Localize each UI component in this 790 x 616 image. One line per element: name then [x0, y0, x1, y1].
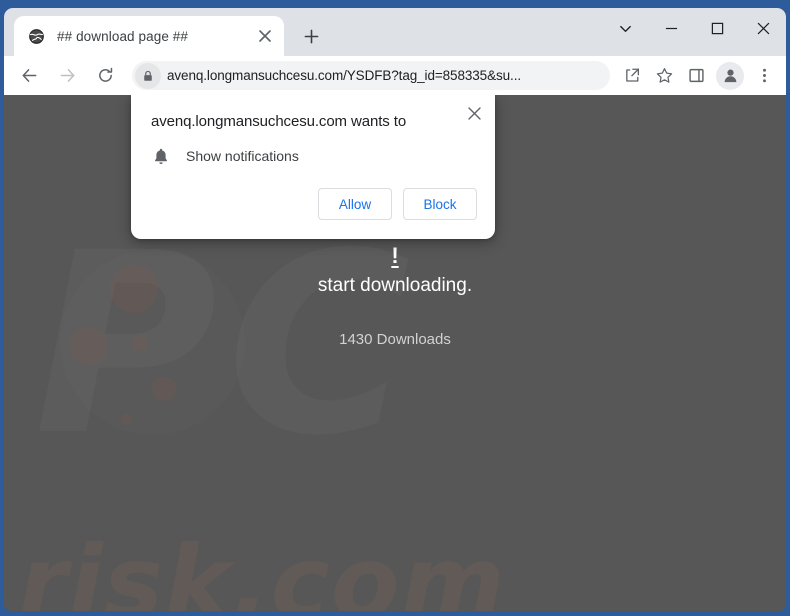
globe-icon [28, 28, 45, 45]
permission-label: Show notifications [186, 148, 299, 165]
window-controls [602, 8, 786, 48]
address-bar[interactable]: avenq.longmansuchcesu.com/YSDFB?tag_id=8… [132, 61, 610, 90]
maximize-icon[interactable] [694, 8, 740, 48]
tab-title: ## download page ## [57, 28, 189, 44]
lock-icon[interactable] [135, 62, 161, 89]
download-count: 1430 Downloads [339, 331, 451, 348]
watermark-dot [152, 377, 176, 401]
forward-arrow-icon [51, 60, 83, 92]
side-panel-icon[interactable] [681, 61, 711, 91]
minimize-icon[interactable] [648, 8, 694, 48]
page-headline: ! [391, 243, 399, 268]
dialog-actions: Allow Block [131, 166, 495, 239]
star-icon[interactable] [649, 61, 679, 91]
allow-button[interactable]: Allow [318, 188, 392, 221]
new-tab-button[interactable] [296, 21, 326, 51]
close-icon[interactable] [740, 8, 786, 48]
block-button[interactable]: Block [403, 188, 477, 221]
url-text: avenq.longmansuchcesu.com/YSDFB?tag_id=8… [167, 68, 522, 83]
close-icon[interactable] [461, 100, 487, 126]
notification-permission-dialog: avenq.longmansuchcesu.com wants to Show … [131, 95, 495, 240]
permission-row: Show notifications [131, 132, 495, 166]
chevron-down-icon[interactable] [602, 8, 648, 48]
page-subline: start downloading. [317, 275, 473, 296]
browser-tab[interactable]: ## download page ## [14, 16, 284, 56]
three-dot-menu-icon[interactable] [749, 61, 779, 91]
tab-close-icon[interactable] [254, 25, 276, 47]
back-arrow-icon[interactable] [13, 60, 45, 92]
dialog-title: avenq.longmansuchcesu.com wants to [151, 113, 407, 130]
bell-icon [151, 146, 171, 166]
watermark-risk-text: risk.com [18, 524, 506, 612]
browser-toolbar: avenq.longmansuchcesu.com/YSDFB?tag_id=8… [4, 56, 786, 95]
watermark-dot [120, 413, 132, 425]
share-icon[interactable] [617, 61, 647, 91]
reload-icon[interactable] [89, 60, 121, 92]
browser-window: ## download page ## avenq.longmansuchces… [0, 0, 790, 616]
page-viewport: PC risk.com ! start downloading. 1430 Do… [4, 95, 786, 611]
profile-avatar-icon[interactable] [716, 61, 744, 90]
